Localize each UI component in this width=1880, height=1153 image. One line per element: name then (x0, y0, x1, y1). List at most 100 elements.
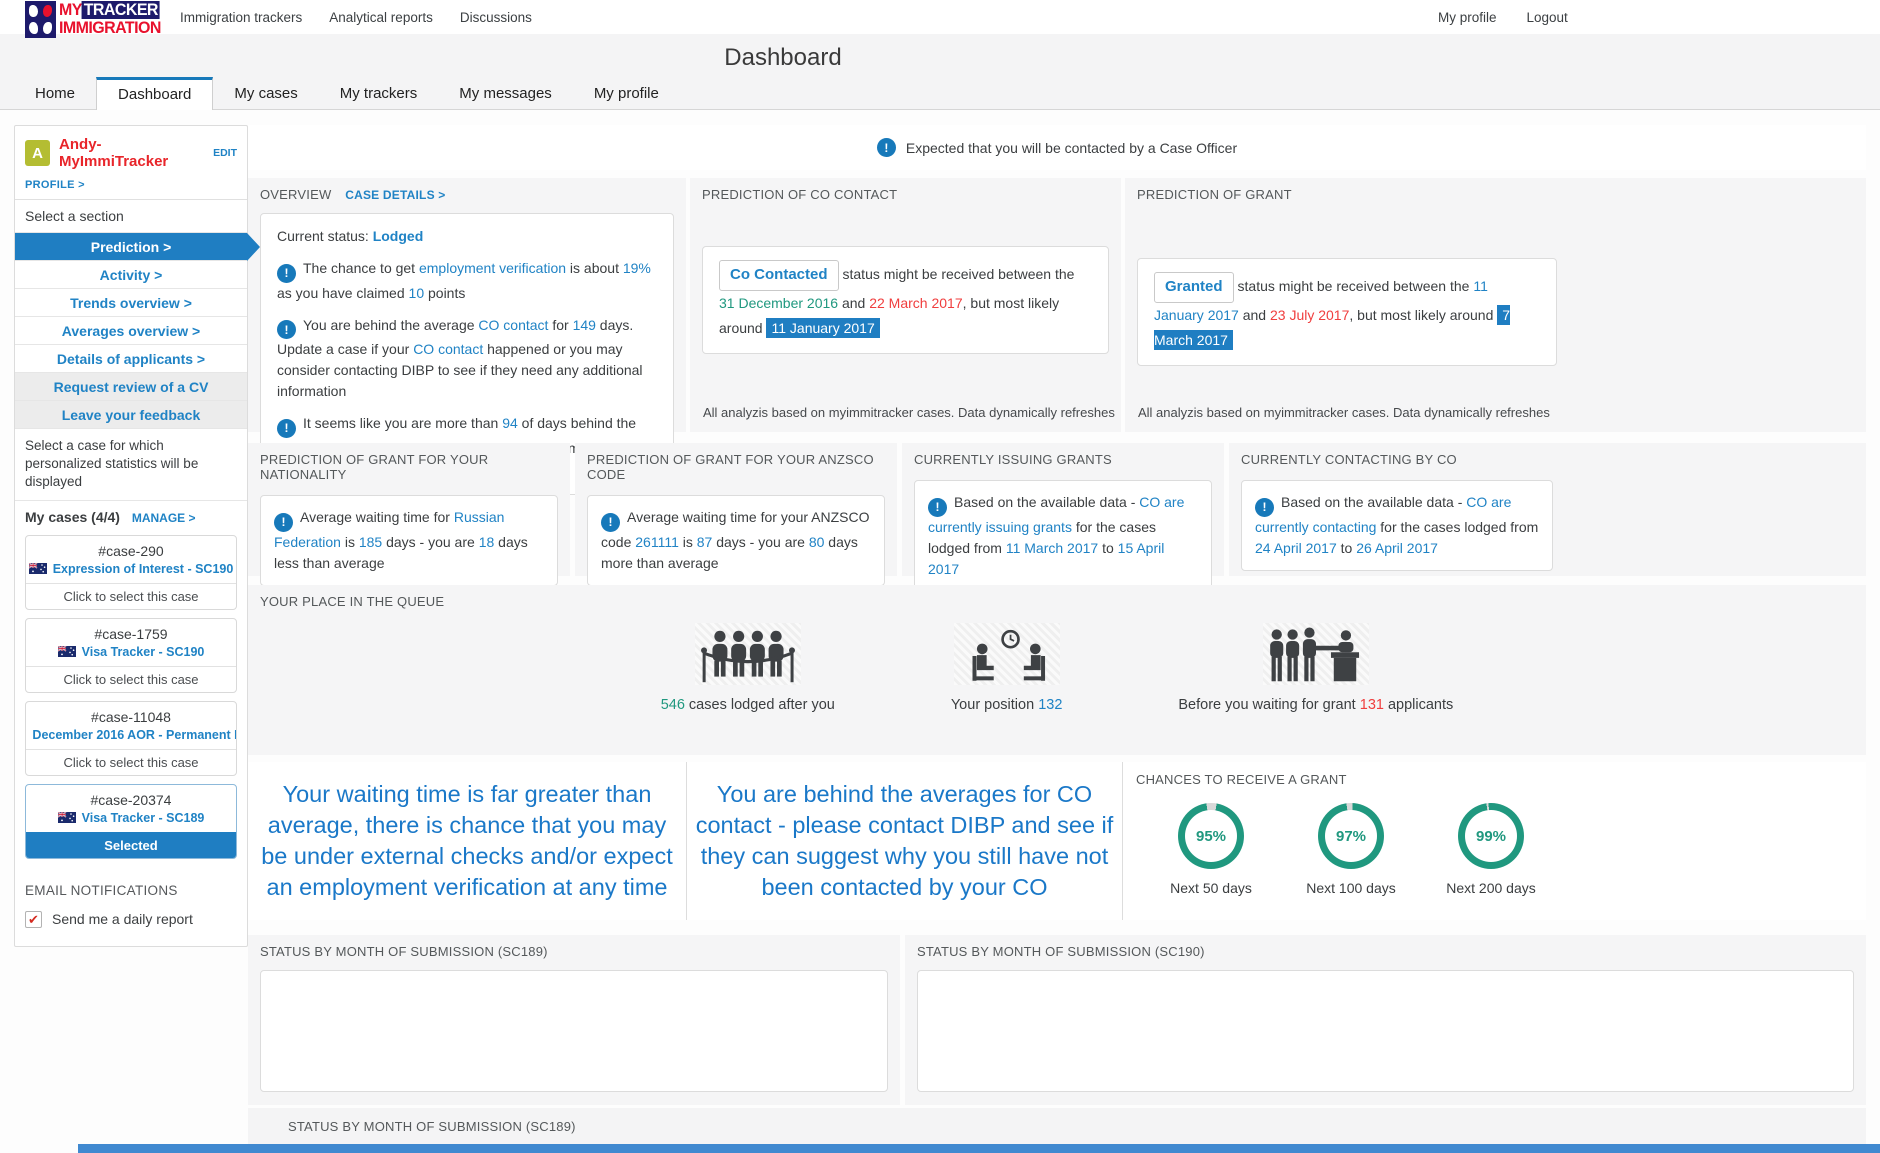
grant-title: PREDICTION OF GRANT (1137, 187, 1292, 202)
nav-immigration-trackers[interactable]: Immigration trackers (180, 10, 302, 25)
employment-verification-link[interactable]: employment verification (419, 260, 566, 276)
latest-date: 22 March 2017 (869, 295, 963, 312)
co-contact-link[interactable]: CO contact (478, 317, 548, 333)
case-details-link[interactable]: CASE DETAILS > (345, 188, 445, 202)
queue-people-icon (694, 623, 801, 685)
donut-label: Next 100 days (1306, 880, 1396, 896)
sidebar-item-leave-feedback[interactable]: Leave your feedback (15, 400, 247, 428)
tab-my-profile[interactable]: My profile (573, 77, 680, 110)
behind-average-message-box: You are behind the averages for CO conta… (686, 762, 1122, 920)
analysis-footnote: All analyzis based on myimmitracker case… (1138, 405, 1550, 420)
status-sc189-panel: STATUS BY MONTH OF SUBMISSION (SC189) (248, 935, 900, 1105)
flags-logo-icon (25, 1, 56, 38)
stats-cards-row: PREDICTION OF GRANT FOR YOUR NATIONALITY… (248, 443, 1866, 592)
australia-flag-icon (57, 812, 76, 824)
australia-flag-icon (57, 646, 76, 658)
donut-label: Next 200 days (1446, 880, 1536, 896)
case-selected-badge[interactable]: Selected (26, 831, 236, 858)
case-footer[interactable]: Click to select this case (26, 582, 236, 609)
nav-logout[interactable]: Logout (1527, 10, 1568, 25)
info-icon: ! (1255, 497, 1274, 517)
tab-my-messages[interactable]: My messages (438, 77, 573, 110)
sidebar-item-details-of-applicants[interactable]: Details of applicants > (15, 344, 247, 372)
case-footer[interactable]: Click to select this case (26, 748, 236, 775)
case-footer[interactable]: Click to select this case (26, 665, 236, 692)
main-area: A Andy-MyImmiTracker EDIT PROFILE > Sele… (0, 110, 1880, 1153)
status-sc190-chart-area (917, 970, 1854, 1092)
co-contact-title: PREDICTION OF CO CONTACT (702, 187, 898, 202)
info-icon: ! (277, 320, 296, 339)
current-status: Current status: Lodged (277, 228, 424, 244)
nationality-panel: PREDICTION OF GRANT FOR YOUR NATIONALITY… (248, 443, 570, 586)
overview-title: OVERVIEW CASE DETAILS > (260, 187, 446, 202)
sidebar-item-request-cv-review[interactable]: Request review of a CV (15, 372, 247, 400)
tab-home[interactable]: Home (14, 77, 96, 110)
edit-profile-link[interactable]: EDIT (213, 147, 237, 159)
analysis-footnote: All analyzis based on myimmitracker case… (703, 405, 1115, 420)
co-contact-card: Co Contacted status might be received bet… (702, 246, 1109, 355)
brand-logo-text: MY TRACKER IMMIGRATION (59, 0, 161, 37)
sidebar-item-prediction[interactable]: Prediction > (15, 232, 260, 261)
anzsco-panel: PREDICTION OF GRANT FOR YOUR ANZSCO CODE… (575, 443, 897, 586)
case-card-1759[interactable]: #case-1759 Visa Tracker - SC190 Click to… (25, 617, 237, 693)
daily-report-checkbox[interactable]: ✔ (25, 910, 42, 928)
contacting-card: ! Based on the available data - CO are cu… (1241, 480, 1553, 571)
profile-link[interactable]: PROFILE > (25, 179, 237, 191)
queue-title: YOUR PLACE IN THE QUEUE (260, 594, 445, 609)
username: Andy-MyImmiTracker (59, 136, 169, 170)
sidebar-item-averages-overview[interactable]: Averages overview > (15, 316, 247, 344)
case-name: Expression of Interest - SC190 (52, 561, 234, 576)
content-area: ! Expected that you will be contacted by… (248, 110, 1866, 1145)
status-sc190-title: STATUS BY MONTH OF SUBMISSION (SC190) (917, 944, 1205, 959)
nav-discussions[interactable]: Discussions (460, 10, 532, 25)
primary-nav: Immigration trackers Analytical reports … (180, 0, 532, 34)
brand-logo[interactable]: MY TRACKER IMMIGRATION (25, 1, 167, 38)
grant-desk-icon (1262, 623, 1369, 685)
banner-text: Expected that you will be contacted by a… (905, 139, 1238, 156)
behind-average-message: You are behind the averages for CO conta… (695, 780, 1114, 901)
nav-analytical-reports[interactable]: Analytical reports (329, 10, 433, 25)
issuing-grants-panel: CURRENTLY ISSUING GRANTS ! Based on the a… (902, 443, 1224, 592)
sidebar-item-activity[interactable]: Activity > (15, 260, 247, 288)
info-icon: ! (277, 418, 296, 438)
queue-label: 546 cases lodged after you (660, 697, 835, 713)
anzsco-code-link[interactable]: 261111 (635, 534, 679, 550)
grant-chances-panel: CHANCES TO RECEIVE A GRANT 95% Next 50 d… (1122, 762, 1866, 920)
info-icon: ! (601, 512, 620, 532)
co-expectation-banner: ! Expected that you will be contacted by… (248, 125, 1866, 170)
check-icon: ✔ (28, 911, 39, 927)
info-icon: ! (274, 512, 293, 532)
case-name: Visa Tracker - SC190 (81, 644, 205, 659)
status-sc189-chart-area (260, 970, 888, 1092)
manage-cases-link[interactable]: MANAGE > (132, 511, 196, 525)
insights-row: Your waiting time is far greater than av… (248, 762, 1866, 920)
my-cases-row: My cases (4/4) MANAGE > (15, 499, 247, 527)
overview-bullet-co-contact: ! You are behind the average CO contact f… (277, 316, 643, 399)
bottom-chart-strip (78, 1144, 1880, 1153)
info-icon: ! (876, 138, 896, 157)
my-cases-label: My cases (4/4) (25, 508, 120, 525)
case-card-290[interactable]: #case-290 Expression of Interest - SC190… (25, 534, 237, 610)
tab-my-cases[interactable]: My cases (213, 77, 318, 110)
co-contact-link[interactable]: CO contact (413, 341, 483, 357)
queue-item-lodged-after: 546 cases lodged after you (661, 623, 835, 713)
position-count: 132 (1038, 697, 1063, 713)
latest-date: 23 July 2017 (1269, 307, 1350, 324)
case-card-20374[interactable]: #case-20374 Visa Tracker - SC189 Selecte… (25, 783, 237, 859)
status-sc189-title: STATUS BY MONTH OF SUBMISSION (SC189) (260, 944, 548, 959)
daily-report-label: Send me a daily report (52, 911, 193, 928)
sidebar-item-trends-overview[interactable]: Trends overview > (15, 288, 247, 316)
queue-item-position: Your position 132 (951, 623, 1063, 713)
tab-dashboard[interactable]: Dashboard (96, 77, 214, 110)
case-card-11048[interactable]: #case-11048 December 2016 AOR - Permanen… (25, 700, 237, 776)
australia-flag-icon (28, 563, 47, 575)
case-id: #case-290 (98, 542, 164, 559)
tab-my-trackers[interactable]: My trackers (319, 77, 439, 110)
cases-after-count: 546 (660, 697, 685, 713)
nav-my-profile[interactable]: My profile (1438, 10, 1497, 25)
waiting-time-message-box: Your waiting time is far greater than av… (248, 762, 686, 920)
case-id: #case-1759 (94, 625, 168, 642)
waiting-time-message: Your waiting time is far greater than av… (261, 780, 673, 901)
prediction-row: OVERVIEW CASE DETAILS > Current status: … (248, 178, 1866, 495)
avatar: A (25, 140, 51, 166)
